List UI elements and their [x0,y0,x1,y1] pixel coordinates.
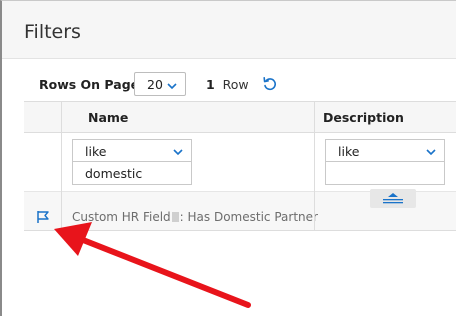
column-divider [314,102,315,230]
name-filter-input[interactable]: domestic [72,162,192,185]
row-name-cell: Custom HR Field : Has Domestic Partner [72,210,318,224]
row-name-suffix: : Has Domestic Partner [179,210,318,224]
filter-row: like domestic like [24,133,456,191]
description-operator-select[interactable]: like [325,139,445,162]
row-count-number: 1 [206,77,215,92]
row-count: 1 Row [206,77,249,92]
description-operator-value: like [338,144,360,159]
name-filter-value: domestic [85,166,143,181]
header-selector-cell [24,102,61,133]
column-header-name-label: Name [88,110,129,125]
table-toolbar: Rows On Page 20 1 Row [0,70,456,100]
chevron-down-icon [173,149,183,156]
collapse-up-icon [383,193,403,204]
description-filter-input[interactable] [325,162,445,185]
chevron-down-icon [426,149,436,156]
dialog-title: Filters [24,21,81,43]
chevron-down-icon [167,83,177,90]
dialog-header: Filters [2,1,456,59]
name-operator-select[interactable]: like [72,139,192,162]
refresh-icon[interactable] [262,76,278,92]
rows-on-page-label: Rows On Page [39,77,140,92]
filter-table: Name Description like domestic like Cust… [24,101,456,231]
name-operator-value: like [85,144,107,159]
rows-on-page-select[interactable]: 20 [134,72,186,96]
column-header-description[interactable]: Description [315,102,456,133]
column-divider [61,102,62,230]
column-header-description-label: Description [323,110,404,125]
row-name-prefix: Custom HR Field [72,210,171,224]
flag-icon[interactable] [35,209,51,225]
rows-on-page-value: 20 [147,77,163,92]
redaction-mark [171,212,179,222]
column-header-name[interactable]: Name [62,102,314,133]
collapse-filters-button[interactable] [370,189,416,208]
row-count-label: Row [222,77,249,92]
